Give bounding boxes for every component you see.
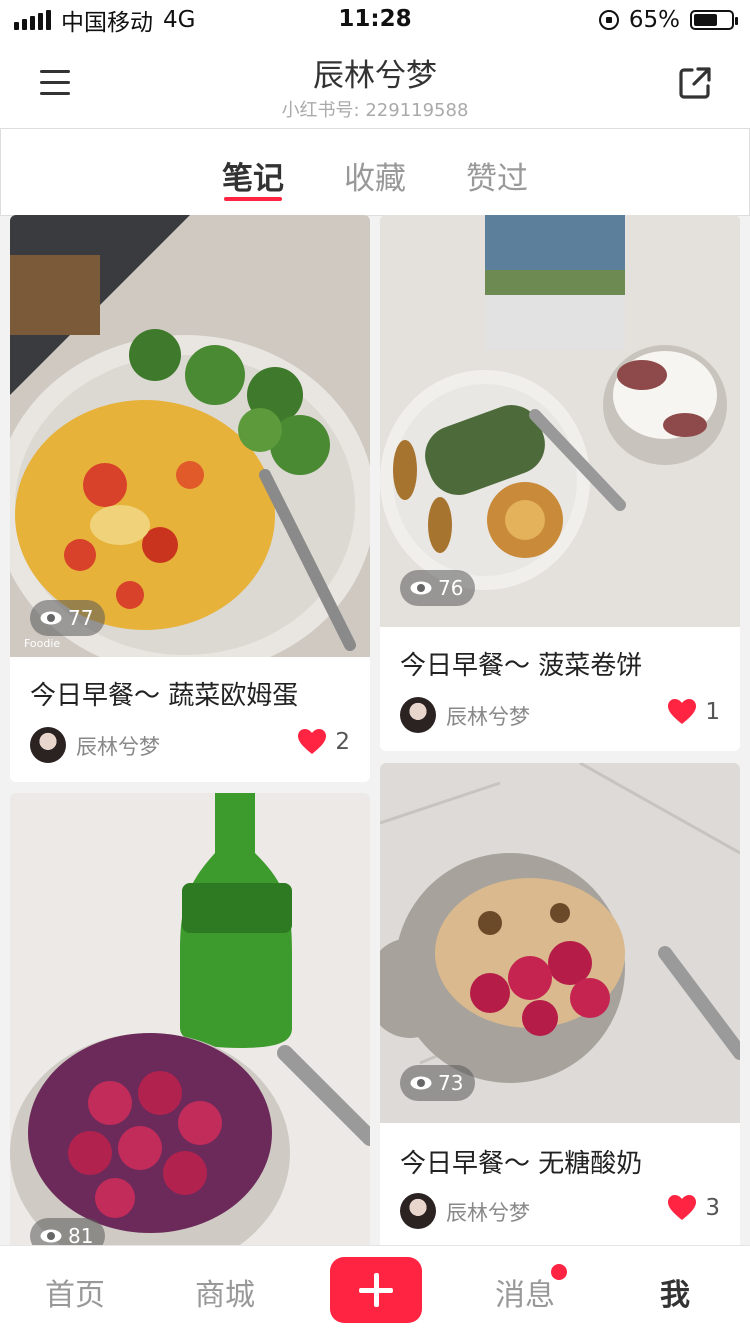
status-right: 65% bbox=[598, 6, 738, 34]
profile-header: 辰林兮梦 小红书号: 229119588 bbox=[0, 40, 750, 128]
rotation-lock-icon bbox=[598, 10, 619, 30]
tab-liked[interactable]: 赞过 bbox=[466, 129, 528, 215]
notes-feed: 77 Foodie 今日早餐～ 蔬菜欧姆蛋 辰林兮梦 2 76 今日早餐～ 菠菜… bbox=[0, 215, 750, 1245]
eye-icon bbox=[40, 611, 62, 625]
avatar bbox=[400, 1193, 436, 1229]
heart-icon bbox=[668, 699, 697, 724]
author-name: 辰林兮梦 bbox=[446, 1201, 530, 1225]
photo-watermark: Foodie bbox=[24, 637, 61, 650]
heart-icon bbox=[298, 729, 327, 754]
avatar bbox=[30, 727, 66, 763]
note-title: 今日早餐～ 菠菜卷饼 bbox=[400, 651, 643, 681]
eye-icon bbox=[40, 1229, 62, 1243]
author-name: 辰林兮梦 bbox=[76, 735, 160, 759]
note-card[interactable]: 81 bbox=[10, 793, 370, 1245]
like-count: 3 bbox=[705, 1194, 720, 1221]
note-photo bbox=[10, 793, 370, 1245]
view-count: 73 bbox=[400, 1065, 476, 1101]
eye-icon bbox=[410, 1076, 432, 1090]
view-count-value: 77 bbox=[68, 606, 94, 630]
battery-percent: 65% bbox=[628, 7, 680, 33]
share-icon[interactable] bbox=[676, 64, 714, 102]
view-count-value: 73 bbox=[438, 1071, 464, 1095]
note-card[interactable]: 73 今日早餐～ 无糖酸奶 辰林兮梦 3 bbox=[380, 763, 740, 1245]
status-bar: 中国移动 4G 11:28 65% bbox=[0, 0, 750, 40]
user-id: 小红书号: 229119588 bbox=[281, 100, 469, 121]
tab-collections[interactable]: 收藏 bbox=[344, 129, 406, 215]
eye-icon bbox=[410, 581, 432, 595]
bottom-nav: 首页 商城 消息 我 bbox=[0, 1245, 750, 1335]
note-photo bbox=[380, 215, 740, 627]
like-count: 2 bbox=[335, 728, 350, 755]
view-count: 81 bbox=[30, 1218, 106, 1245]
author-name: 辰林兮梦 bbox=[446, 705, 530, 729]
note-card[interactable]: 76 今日早餐～ 菠菜卷饼 辰林兮梦 1 bbox=[380, 215, 740, 751]
heart-icon bbox=[668, 1195, 697, 1220]
note-photo bbox=[10, 215, 370, 657]
avatar bbox=[400, 697, 436, 733]
like-button[interactable]: 2 bbox=[297, 728, 350, 755]
notification-dot bbox=[551, 1264, 567, 1280]
view-count-value: 76 bbox=[438, 576, 464, 600]
nav-home[interactable]: 首页 bbox=[15, 1270, 135, 1314]
profile-tabs: 笔记 收藏 赞过 bbox=[0, 128, 750, 216]
like-button[interactable]: 3 bbox=[667, 1194, 720, 1221]
note-card[interactable]: 77 Foodie 今日早餐～ 蔬菜欧姆蛋 辰林兮梦 2 bbox=[10, 215, 370, 782]
battery-fill bbox=[694, 14, 718, 26]
note-title: 今日早餐～ 无糖酸奶 bbox=[400, 1149, 643, 1179]
nav-mall[interactable]: 商城 bbox=[165, 1270, 285, 1314]
nav-messages[interactable]: 消息 bbox=[465, 1270, 585, 1314]
battery-icon bbox=[690, 10, 738, 30]
like-button[interactable]: 1 bbox=[667, 698, 720, 725]
nav-me[interactable]: 我 bbox=[615, 1270, 735, 1314]
view-count-value: 81 bbox=[68, 1224, 94, 1245]
like-count: 1 bbox=[705, 698, 720, 725]
view-count: 77 bbox=[30, 600, 106, 636]
page-title: 辰林兮梦 bbox=[313, 58, 437, 94]
note-title: 今日早餐～ 蔬菜欧姆蛋 bbox=[30, 681, 299, 711]
tab-notes[interactable]: 笔记 bbox=[222, 129, 284, 215]
add-note-button[interactable] bbox=[330, 1257, 422, 1323]
view-count: 76 bbox=[400, 570, 476, 606]
